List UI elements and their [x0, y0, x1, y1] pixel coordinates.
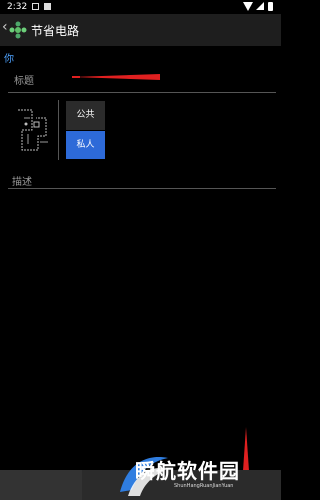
app-title: 节省电路: [31, 24, 80, 38]
battery-icon: [268, 2, 273, 11]
circuit-logo-icon: [9, 21, 27, 39]
watermark-text: 瞬航软件园: [135, 459, 240, 483]
watermark-subtext: ShunHangRuanJianYuan: [174, 483, 234, 489]
status-time: 2:32: [7, 2, 28, 12]
circuit-thumbnail[interactable]: [10, 100, 59, 160]
notification-icon: [32, 3, 39, 10]
back-chevron-icon[interactable]: ‹: [2, 19, 8, 35]
visibility-private-button[interactable]: 私人: [66, 131, 105, 159]
section-label: 你: [4, 54, 14, 65]
notification-icon: [44, 3, 51, 10]
description-field[interactable]: 描述: [8, 168, 276, 189]
status-bar: 2:32: [0, 0, 281, 14]
title-placeholder: 标题: [14, 76, 34, 87]
bottom-bar-button[interactable]: [0, 470, 82, 500]
annotation-arrow-icon: [72, 74, 160, 80]
cell-signal-icon: [256, 2, 264, 10]
visibility-public-button[interactable]: 公共: [66, 101, 105, 130]
description-placeholder: 描述: [12, 177, 32, 188]
app-bar: ‹ 节省电路: [0, 14, 281, 46]
wifi-icon: [243, 2, 253, 11]
